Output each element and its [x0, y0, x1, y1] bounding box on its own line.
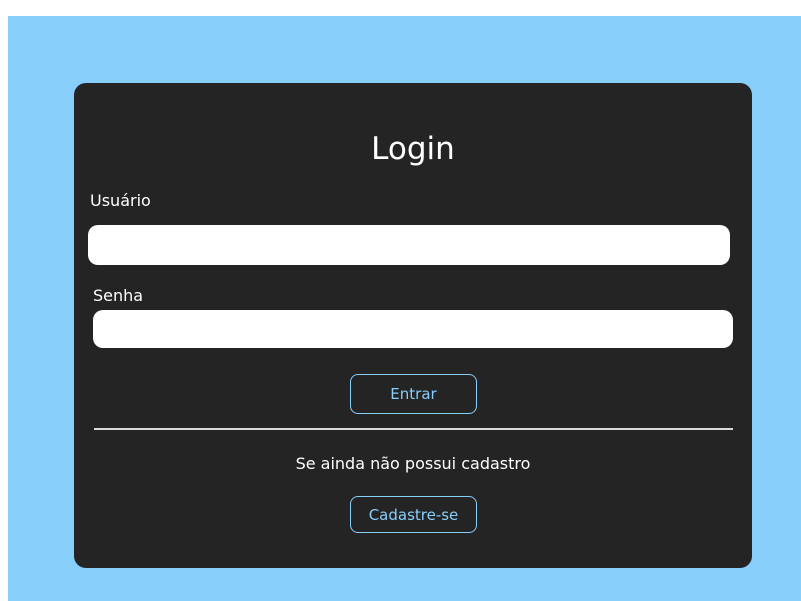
username-label: Usuário — [90, 191, 151, 210]
login-card: Login Usuário Senha Entrar Se ainda não … — [74, 83, 752, 568]
password-input[interactable] — [93, 310, 733, 348]
page-background: Login Usuário Senha Entrar Se ainda não … — [8, 16, 801, 601]
login-title: Login — [371, 131, 455, 167]
login-button[interactable]: Entrar — [350, 374, 477, 414]
password-label: Senha — [93, 286, 144, 305]
username-input[interactable] — [88, 225, 730, 265]
signup-button[interactable]: Cadastre-se — [350, 496, 477, 533]
signup-prompt: Se ainda não possui cadastro — [295, 454, 531, 473]
divider — [94, 428, 733, 430]
